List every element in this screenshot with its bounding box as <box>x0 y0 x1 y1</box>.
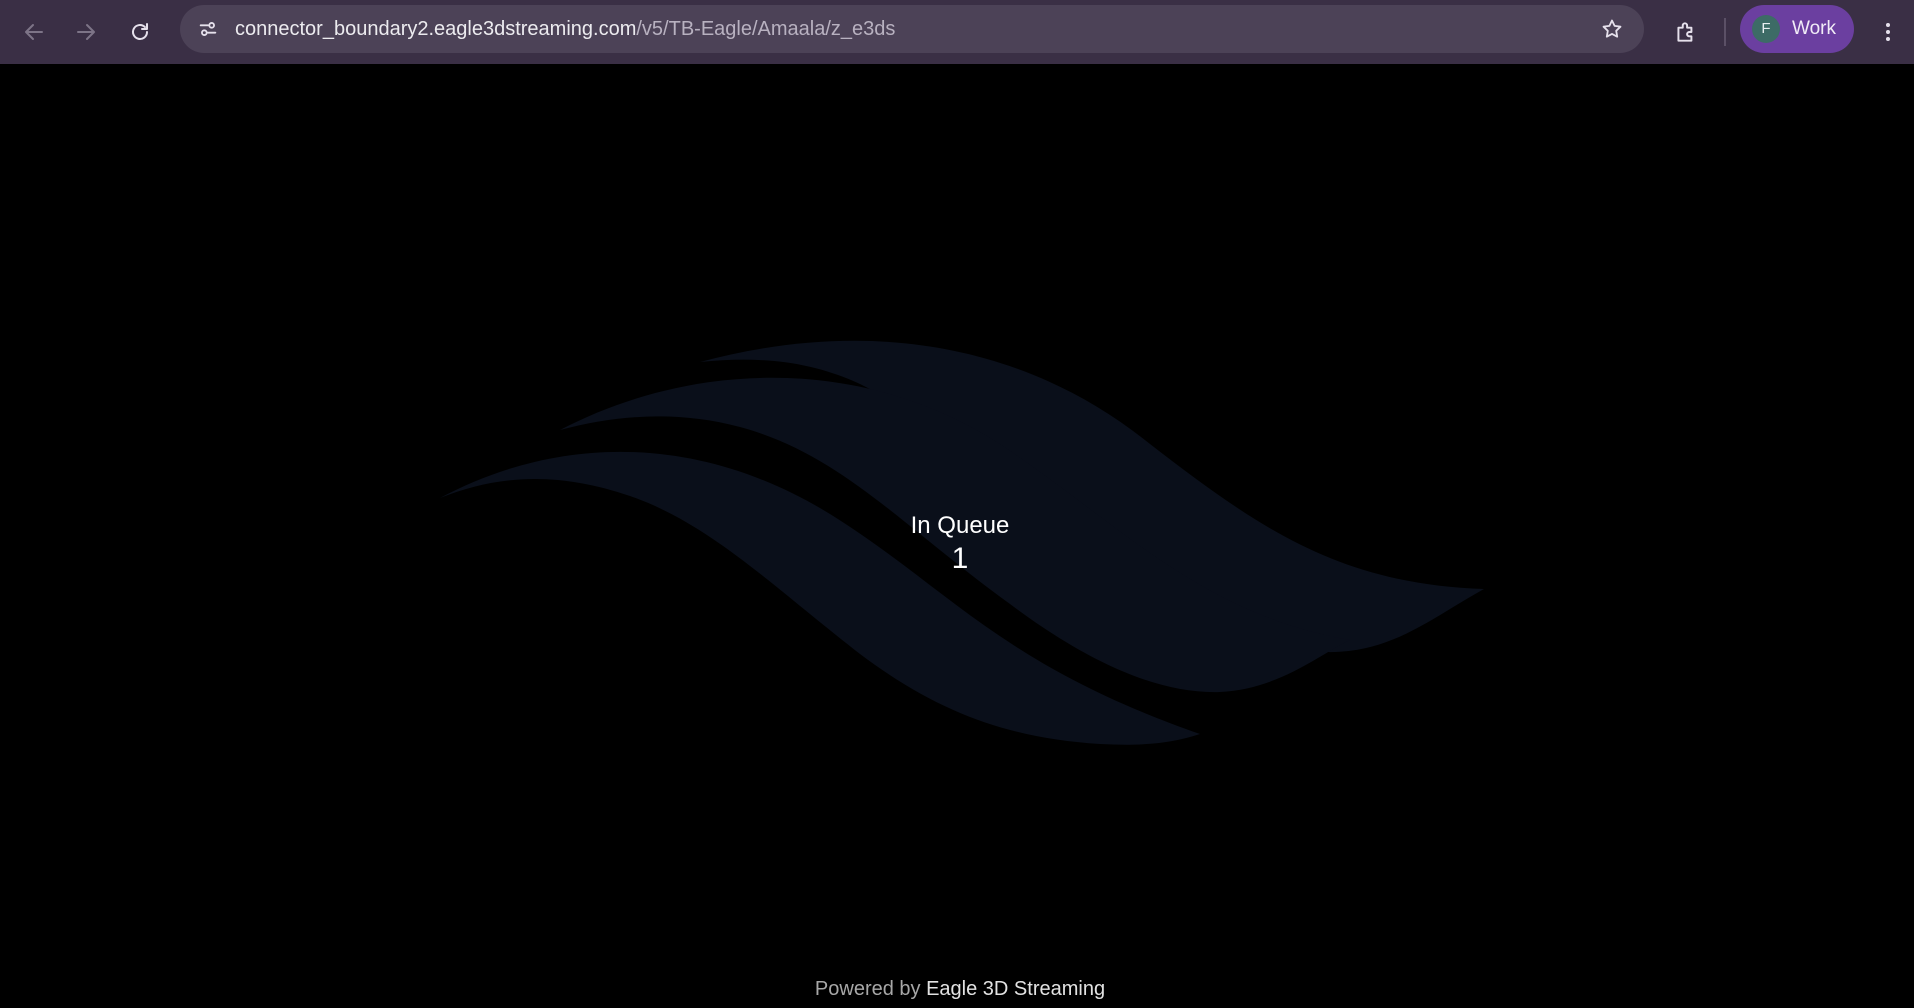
powered-by-prefix: Powered by <box>814 978 927 1000</box>
url-path: /v5/TB-Eagle/Amaala/z_e3ds <box>636 18 896 40</box>
forward-arrow-icon <box>77 24 95 40</box>
back-button[interactable] <box>14 12 54 52</box>
extensions-button[interactable] <box>1666 12 1706 52</box>
bookmark-button[interactable] <box>1598 15 1626 43</box>
puzzle-icon <box>1677 22 1693 42</box>
avatar: F <box>1752 15 1780 43</box>
browser-toolbar: connector_boundary2.eagle3dstreaming.com… <box>0 0 1914 64</box>
url-text[interactable]: connector_boundary2.eagle3dstreaming.com… <box>235 5 895 53</box>
queue-status-label: In Queue <box>910 512 1010 539</box>
forward-button[interactable] <box>66 12 106 52</box>
site-settings-icon[interactable] <box>192 13 224 45</box>
stream-viewport: In Queue 1 Powered by Eagle 3D Streaming <box>0 64 1914 1008</box>
profile-button[interactable]: F Work <box>1740 5 1854 53</box>
queue-position: 1 <box>951 542 969 575</box>
powered-by-brand[interactable]: Eagle 3D Streaming <box>926 978 1105 1000</box>
reload-button[interactable] <box>120 12 160 52</box>
powered-by-footer: Powered by Eagle 3D Streaming <box>0 978 1914 1001</box>
url-host: connector_boundary2.eagle3dstreaming.com <box>235 18 637 40</box>
reload-icon <box>132 23 148 40</box>
toolbar-divider <box>1724 18 1726 46</box>
profile-label: Work <box>1792 18 1836 39</box>
address-bar[interactable]: connector_boundary2.eagle3dstreaming.com… <box>180 5 1644 53</box>
kebab-menu-icon <box>1886 23 1890 41</box>
browser-menu-button[interactable] <box>1870 12 1906 52</box>
star-icon <box>1602 19 1622 38</box>
back-arrow-icon <box>25 24 43 40</box>
